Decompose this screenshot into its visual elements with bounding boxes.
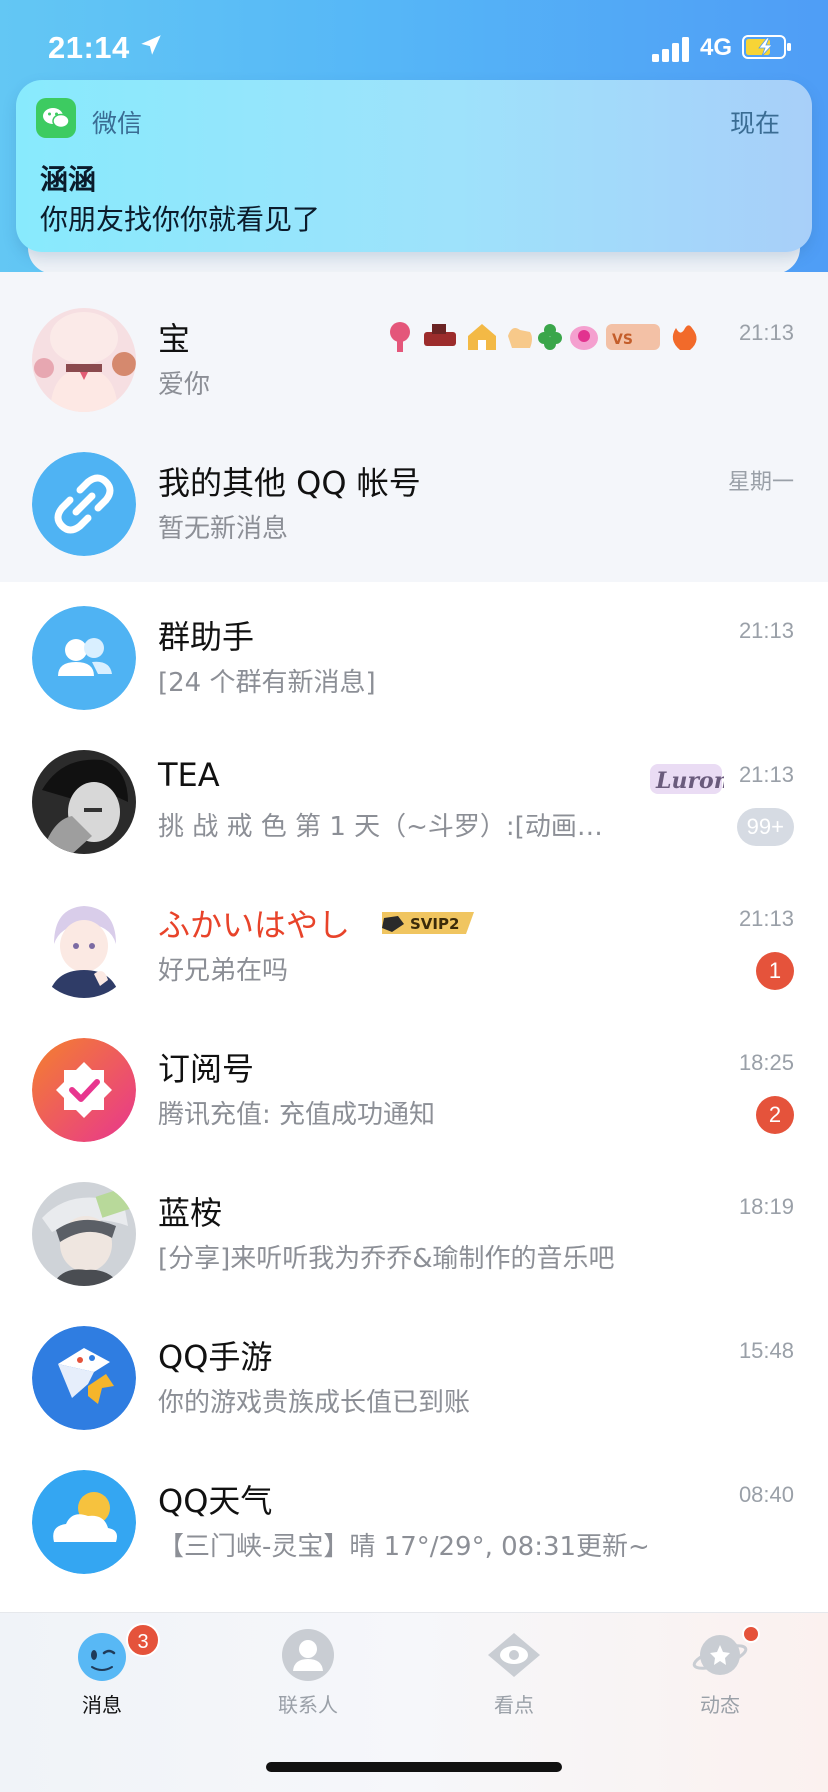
unread-badge: 1 — [756, 952, 794, 990]
conversation-preview: 好兄弟在吗 — [158, 956, 289, 986]
notification-title: 涵涵 — [40, 163, 97, 196]
conversation-preview: 腾讯充值: 充值成功通知 — [158, 1100, 436, 1130]
conversation-preview: 你的游戏贵族成长值已到账 — [158, 1388, 471, 1418]
conversation-title: TEA — [158, 756, 220, 794]
conversation-title: 我的其他 QQ 帐号 — [158, 464, 421, 502]
conversation-row-group-assistant[interactable]: 群助手 21:13 [24 个群有新消息] — [0, 584, 828, 728]
tab-contacts[interactable]: 联系人 — [248, 1627, 368, 1727]
svg-text:VS: VS — [612, 332, 633, 348]
tab-label: 动态 — [700, 1693, 740, 1717]
conversation-title: 订阅号 — [158, 1050, 255, 1088]
subscription-avatar — [32, 1038, 136, 1142]
conversation-time: 15:48 — [738, 1338, 794, 1363]
messages-penguin-icon — [78, 1633, 126, 1681]
conversation-time: 21:13 — [738, 618, 794, 643]
conversation-preview: 爱你 — [158, 370, 211, 400]
conversation-time: 21:13 — [738, 762, 794, 787]
avatar — [32, 1182, 136, 1286]
wechat-notification-banner[interactable]: 微信 现在 涵涵 你朋友找你你就看见了 — [16, 80, 812, 252]
dynamics-red-dot — [742, 1625, 760, 1643]
messages-unread-badge: 3 — [126, 1623, 160, 1657]
luron-decoration-label: Luron — [650, 764, 724, 794]
conversation-time: 星期一 — [727, 469, 794, 494]
decoration-icons-strip: VS — [390, 322, 697, 352]
conversation-row-lanan[interactable]: 蓝桉 18:19 [分享]来听听我为乔乔&瑜制作的音乐吧 — [0, 1160, 828, 1304]
tab-messages[interactable]: 3 消息 — [42, 1623, 162, 1727]
conversation-row-qq-weather[interactable]: QQ天气 08:40 【三门峡-灵宝】晴 17°/29°, 08:31更新~ — [0, 1448, 828, 1592]
unread-badge: 2 — [756, 1096, 794, 1134]
network-type: 4G — [700, 34, 733, 61]
tab-kandian[interactable]: 看点 — [454, 1627, 574, 1727]
kandian-eye-icon — [488, 1633, 540, 1677]
tab-label: 看点 — [494, 1693, 534, 1717]
conversation-time: 18:19 — [738, 1194, 794, 1219]
conversation-title: QQ手游 — [158, 1338, 273, 1376]
tab-dynamics[interactable]: 动态 — [660, 1625, 780, 1727]
qq-games-avatar — [32, 1326, 136, 1430]
conversation-time: 21:13 — [738, 320, 794, 345]
conversation-time: 21:13 — [738, 906, 794, 931]
conversation-row-fukaihayashi[interactable]: ふかいはやし SVIP2 21:13 好兄弟在吗 1 — [0, 872, 828, 1016]
notification-time: 现在 — [729, 109, 780, 138]
conversation-row-subscriptions[interactable]: 订阅号 18:25 腾讯充值: 充值成功通知 2 — [0, 1016, 828, 1160]
luron-text: Luron — [655, 768, 724, 794]
avatar — [32, 308, 136, 412]
conversation-preview: 暂无新消息 — [158, 514, 289, 544]
conversation-time: 08:40 — [738, 1482, 794, 1507]
status-time: 21:14 — [48, 30, 130, 65]
svip-badge-icon: SVIP2 — [382, 912, 474, 934]
tab-label: 联系人 — [278, 1693, 338, 1717]
location-arrow-icon — [141, 35, 161, 55]
conversation-title: ふかいはやし — [158, 906, 351, 944]
svip-label: SVIP2 — [410, 915, 459, 933]
unread-badge: 99+ — [736, 808, 794, 846]
group-avatar — [32, 606, 136, 710]
battery-icon — [742, 35, 791, 59]
avatar — [32, 894, 136, 998]
conversation-title: QQ天气 — [158, 1482, 273, 1520]
conversation-row-qq-games[interactable]: QQ手游 15:48 你的游戏贵族成长值已到账 — [0, 1304, 828, 1448]
link-avatar — [32, 452, 136, 556]
conversation-preview: [分享]来听听我为乔乔&瑜制作的音乐吧 — [158, 1244, 615, 1274]
conversation-row-other-accounts[interactable]: 我的其他 QQ 帐号 星期一 暂无新消息 — [0, 430, 828, 574]
avatar — [32, 750, 136, 854]
contacts-person-icon — [282, 1629, 334, 1681]
conversation-row-tea[interactable]: TEA Luron 21:13 挑 战 戒 色 第 1 天（~斗罗）:[动画… … — [0, 728, 828, 872]
home-indicator[interactable] — [266, 1762, 562, 1772]
notification-app-name: 微信 — [92, 109, 143, 138]
conversation-title: 群助手 — [158, 618, 255, 656]
conversation-row-bao[interactable]: 宝 VS 21:13 爱你 — [0, 286, 828, 430]
qq-weather-avatar — [32, 1470, 136, 1574]
conversation-time: 18:25 — [738, 1050, 794, 1075]
notification-body: 你朋友找你你就看见了 — [40, 203, 321, 236]
conversation-title: 蓝桉 — [158, 1194, 223, 1232]
conversation-title: 宝 — [158, 320, 191, 358]
wechat-app-icon — [36, 98, 76, 138]
conversation-preview: [24 个群有新消息] — [158, 668, 376, 698]
tab-label: 消息 — [82, 1693, 122, 1717]
dynamics-planet-icon — [692, 1635, 748, 1675]
signal-icon — [652, 37, 689, 62]
conversation-preview: 挑 战 戒 色 第 1 天（~斗罗）:[动画… — [158, 812, 603, 842]
conversation-preview: 【三门峡-灵宝】晴 17°/29°, 08:31更新~ — [158, 1532, 650, 1562]
